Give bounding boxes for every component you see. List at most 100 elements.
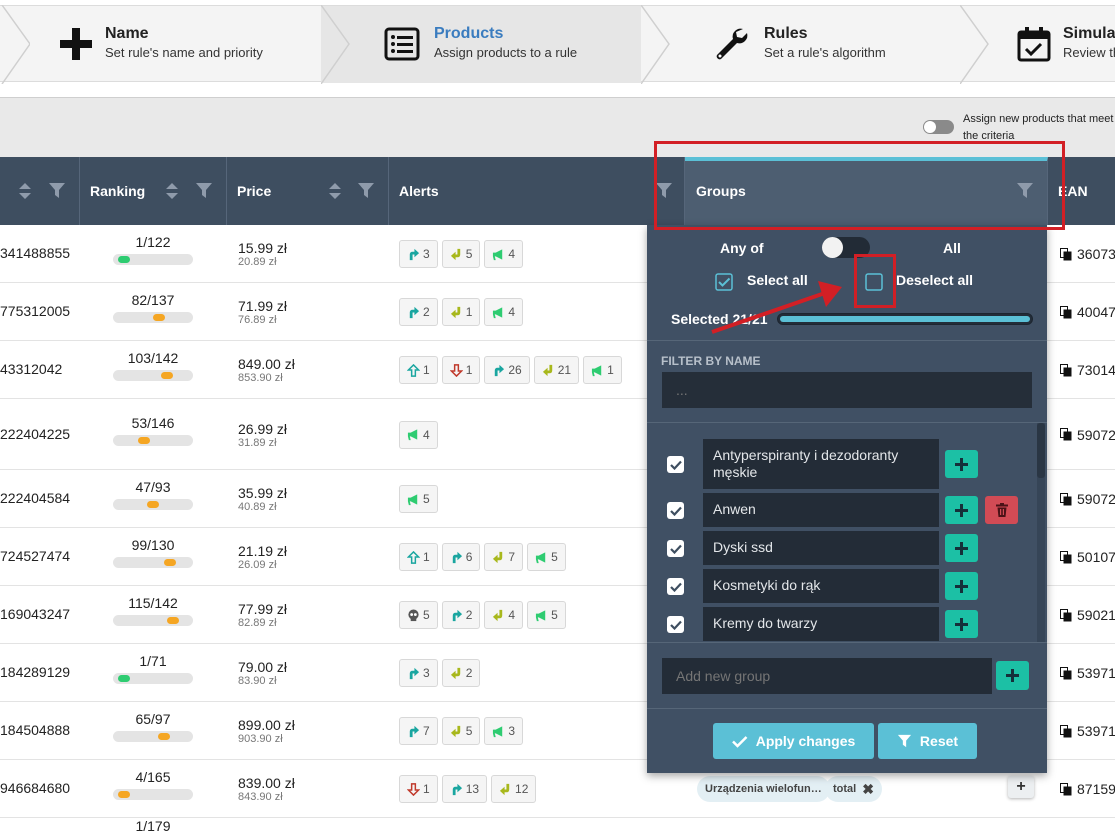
copy-icon[interactable]: [1060, 428, 1072, 441]
ranking-marker: [118, 256, 130, 263]
ean-value: 53971: [1077, 723, 1115, 739]
copy-icon[interactable]: [1060, 305, 1072, 319]
alert-badge[interactable]: 3: [484, 717, 524, 745]
step-name[interactable]: Name Set rule's name and priority: [0, 6, 321, 83]
filter-icon[interactable]: [195, 182, 213, 199]
alert-badge[interactable]: 3: [399, 659, 438, 687]
alert-badge[interactable]: 5: [441, 240, 481, 268]
sort-icon[interactable]: [18, 182, 32, 200]
group-checkbox[interactable]: [667, 502, 684, 519]
alert-badge[interactable]: 26: [484, 356, 530, 384]
alert-badge[interactable]: 2: [441, 659, 481, 687]
alert-count: 5: [423, 492, 430, 506]
ean-value: 36073: [1077, 246, 1115, 262]
alert-badge[interactable]: 4: [484, 240, 524, 268]
copy-icon[interactable]: [1060, 608, 1072, 622]
add-new-group-button[interactable]: [996, 661, 1029, 690]
group-checkbox[interactable]: [667, 578, 684, 595]
copy-icon[interactable]: [1060, 363, 1072, 377]
remove-group-icon[interactable]: ✖: [862, 781, 874, 798]
table-row[interactable]: 1/179: [0, 818, 1115, 834]
ean-cell[interactable]: 53971: [1060, 665, 1115, 681]
megaphone-icon: [592, 364, 602, 376]
add-subgroup-button[interactable]: [945, 450, 978, 478]
alert-badge[interactable]: 5: [441, 717, 481, 745]
arrow-down-icon: [449, 363, 463, 377]
group-list-item: Dyski ssd: [647, 531, 1037, 565]
alert-badge[interactable]: 1: [441, 356, 481, 384]
group-chip[interactable]: Urządzenia wielofun…: [697, 776, 830, 802]
add-subgroup-button[interactable]: [945, 496, 978, 524]
arrow-up-icon: [407, 363, 420, 377]
price-previous: 83.90 zł: [238, 675, 277, 687]
ean-cell[interactable]: 36073: [1060, 246, 1115, 262]
new-group-input[interactable]: [662, 658, 992, 694]
reset-button[interactable]: Reset: [878, 723, 977, 759]
copy-icon[interactable]: [1060, 782, 1072, 796]
group-checkbox[interactable]: [667, 616, 684, 633]
copy-icon[interactable]: [1060, 550, 1072, 564]
copy-icon[interactable]: [1060, 247, 1072, 261]
column-header-price: Price: [227, 157, 389, 225]
apply-changes-button[interactable]: Apply changes: [713, 723, 874, 759]
alert-badge[interactable]: 5: [399, 485, 438, 513]
copy-icon[interactable]: [1060, 666, 1072, 680]
ean-cell[interactable]: 59021: [1060, 607, 1115, 623]
alert-badge[interactable]: 5: [527, 543, 566, 571]
sort-icon[interactable]: [165, 182, 179, 200]
group-chip[interactable]: total ✖: [825, 776, 882, 802]
alert-badge[interactable]: 6: [441, 543, 481, 571]
alert-badge[interactable]: 1: [399, 775, 438, 803]
add-group-to-product-button[interactable]: +: [1008, 776, 1034, 798]
assign-new-products-toggle[interactable]: [923, 120, 954, 134]
filter-icon[interactable]: [357, 182, 375, 199]
alert-badge[interactable]: 3: [399, 240, 438, 268]
ean-cell[interactable]: 59072: [1060, 491, 1115, 507]
groups-list-scrollbar[interactable]: [1037, 423, 1045, 642]
step-products[interactable]: Products Assign products to a rule: [321, 6, 641, 83]
deselect-all-label[interactable]: Deselect all: [896, 272, 973, 288]
ranking-bar: [113, 370, 193, 381]
copy-icon[interactable]: [1060, 724, 1072, 738]
price-current: 21.19 zł: [238, 543, 288, 559]
alert-badge[interactable]: 12: [491, 775, 537, 803]
ean-cell[interactable]: 73014: [1060, 362, 1115, 378]
alert-badge[interactable]: 1: [399, 543, 438, 571]
alert-badge[interactable]: 5: [399, 601, 438, 629]
alert-badge[interactable]: 4: [399, 420, 438, 449]
apply-changes-label: Apply changes: [755, 733, 856, 749]
alert-badge[interactable]: 13: [441, 775, 488, 803]
group-checkbox[interactable]: [667, 540, 684, 557]
copy-icon[interactable]: [1060, 492, 1072, 506]
alert-badge[interactable]: 4: [484, 298, 524, 326]
alert-badge[interactable]: 4: [484, 601, 524, 629]
add-subgroup-button[interactable]: [945, 572, 978, 600]
alert-badge[interactable]: 1: [399, 356, 438, 384]
ean-cell[interactable]: 40047: [1060, 304, 1115, 320]
groups-list: Antyperspiranty i dezodoranty męskie Anwe…: [647, 423, 1047, 642]
add-subgroup-button[interactable]: [945, 534, 978, 562]
ranking-bar: [113, 731, 193, 742]
ean-cell[interactable]: 50107: [1060, 549, 1115, 565]
alert-badge[interactable]: 7: [484, 543, 524, 571]
ean-cell[interactable]: 59072: [1060, 427, 1115, 443]
delete-group-button[interactable]: [985, 496, 1018, 524]
alert-badge[interactable]: 1: [441, 298, 481, 326]
sort-icon[interactable]: [328, 182, 342, 200]
alert-badge[interactable]: 7: [399, 717, 438, 745]
add-subgroup-button[interactable]: [945, 610, 978, 638]
ranking-cell: 115/142: [113, 595, 193, 626]
price-previous: 853.90 zł: [238, 372, 283, 384]
group-name: Kremy do twarzy: [703, 607, 939, 641]
alert-badge[interactable]: 2: [441, 601, 481, 629]
filter-icon[interactable]: [48, 182, 66, 199]
alert-badge[interactable]: 5: [527, 601, 566, 629]
alert-badge[interactable]: 2: [399, 298, 438, 326]
group-checkbox[interactable]: [667, 456, 684, 473]
filter-by-name-input[interactable]: [662, 372, 1032, 408]
alert-badge[interactable]: 1: [583, 356, 622, 384]
step-rules[interactable]: Rules Set a rule's algorithm: [641, 6, 961, 83]
ean-cell[interactable]: 87159: [1060, 781, 1115, 797]
ean-cell[interactable]: 53971: [1060, 723, 1115, 739]
alert-badge[interactable]: 21: [533, 356, 580, 384]
